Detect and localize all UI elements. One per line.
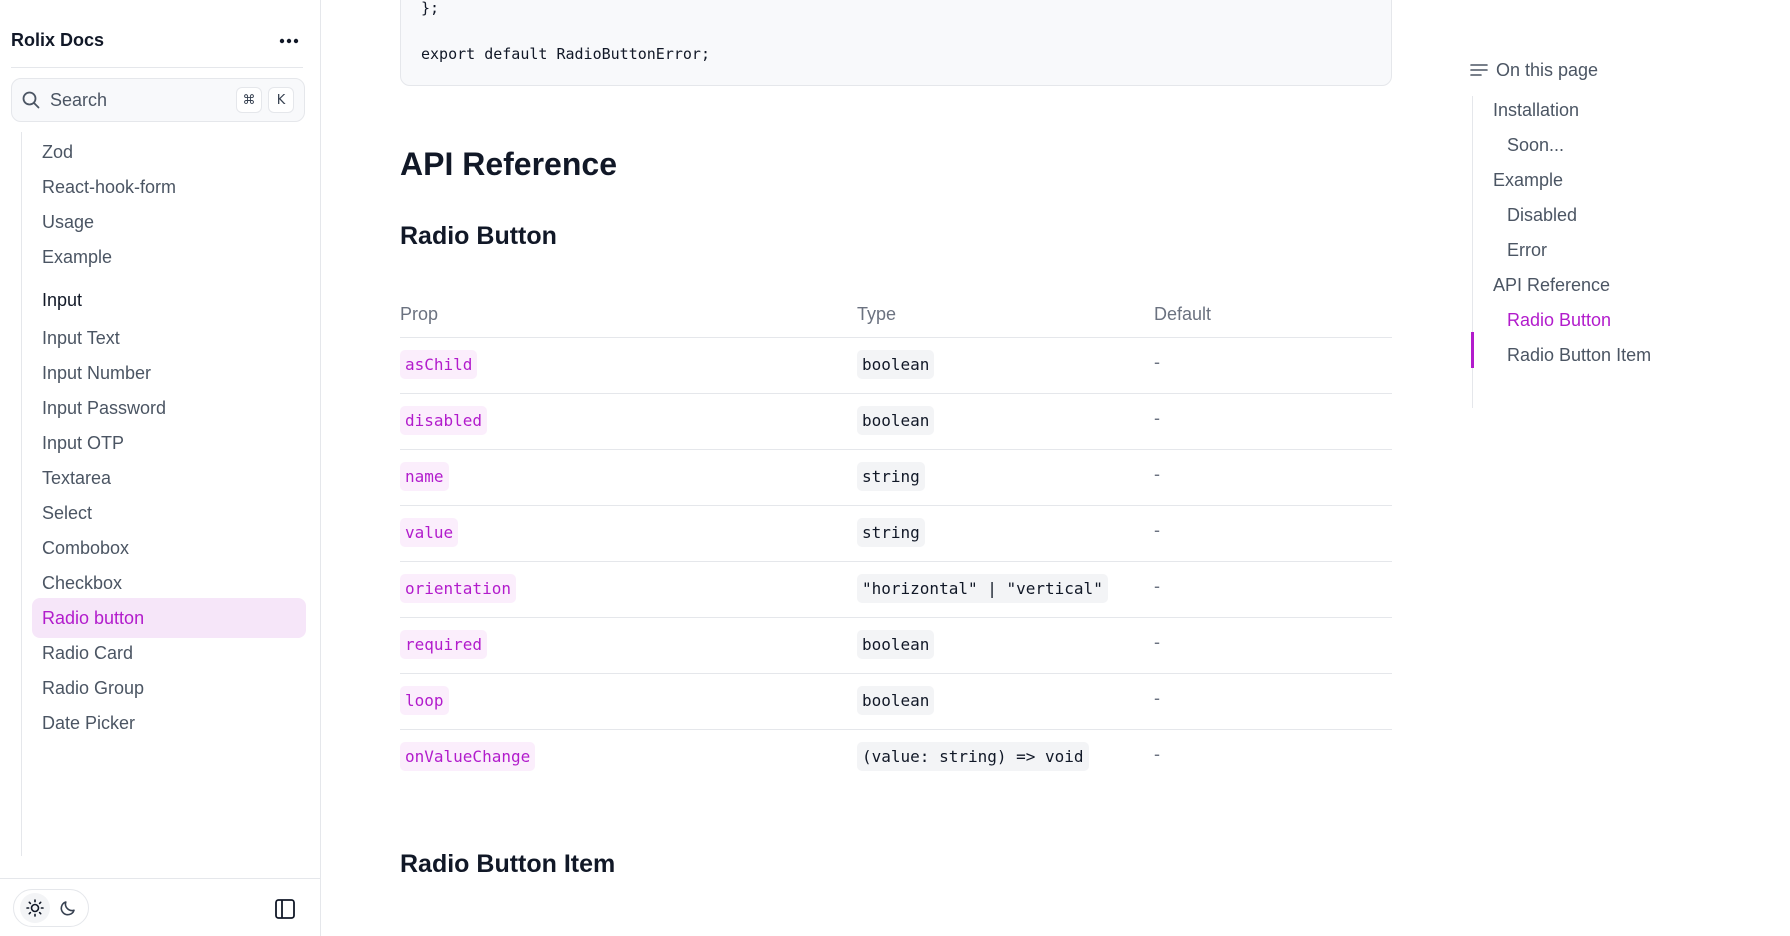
sidebar-item-input-otp[interactable]: Input OTP — [32, 423, 306, 463]
sidebar-item-radio-button[interactable]: Radio button — [32, 598, 306, 638]
light-theme-button[interactable] — [19, 893, 50, 923]
toc-item-radio-button[interactable]: Radio Button — [1507, 310, 1611, 331]
sidebar-section-input: Input — [42, 290, 83, 310]
table-row: orientation "horizontal" | "vertical" - — [400, 562, 1392, 618]
code-line: export default RadioButtonError; — [421, 45, 710, 63]
brand-title[interactable]: Rolix Docs — [11, 30, 104, 51]
sidebar-item-textarea[interactable]: Textarea — [32, 458, 306, 498]
prop-type: boolean — [857, 686, 935, 715]
prop-default: - — [1154, 408, 1160, 428]
api-reference-heading: API Reference — [400, 146, 617, 182]
toc-item-api-reference[interactable]: API Reference — [1493, 275, 1610, 296]
sun-icon — [25, 899, 44, 917]
prop-type: string — [857, 462, 925, 491]
prop-default: - — [1154, 520, 1160, 540]
prop-default: - — [1154, 576, 1160, 596]
prop-name: name — [400, 462, 449, 491]
table-row: asChild boolean - — [400, 338, 1392, 394]
moon-icon — [60, 901, 75, 916]
sidebar-toggle-icon — [275, 899, 295, 919]
table-row: name string - — [400, 450, 1392, 506]
sidebar-item-checkbox[interactable]: Checkbox — [32, 563, 306, 603]
prop-name: disabled — [400, 406, 488, 435]
toc-item-disabled[interactable]: Disabled — [1507, 205, 1577, 226]
sidebar-item-input-text[interactable]: Input Text — [32, 318, 306, 358]
sidebar-footer — [0, 878, 320, 936]
sidebar-item-usage[interactable]: Usage — [32, 202, 306, 242]
sidebar-nav[interactable]: Zod React-hook-form Usage Example Input … — [0, 132, 320, 856]
search-button[interactable]: Search ⌘ K — [11, 78, 305, 122]
toc-item-installation[interactable]: Installation — [1493, 100, 1579, 121]
shortcut-mod-key: ⌘ — [236, 87, 262, 113]
prop-name: required — [400, 630, 488, 659]
prop-default: - — [1154, 632, 1160, 652]
sidebar-item-input-number[interactable]: Input Number — [32, 353, 306, 393]
toc-item-soon[interactable]: Soon... — [1507, 135, 1564, 156]
prop-name: orientation — [400, 574, 516, 603]
toc-active-marker — [1471, 332, 1474, 368]
props-table: Prop Type Default asChild boolean - disa… — [400, 290, 1392, 786]
prop-type: boolean — [857, 630, 935, 659]
theme-toggle[interactable] — [13, 889, 89, 927]
prop-type: string — [857, 518, 925, 547]
prop-type: "horizontal" | "vertical" — [857, 574, 1108, 603]
prop-default: - — [1154, 464, 1160, 484]
sidebar-item-radio-group[interactable]: Radio Group — [32, 668, 306, 708]
code-block: }; export default RadioButtonError; — [400, 0, 1392, 86]
toc-list: Installation Soon... Example Disabled Er… — [1471, 96, 1762, 408]
sidebar-item-zod[interactable]: Zod — [32, 132, 306, 172]
code-line: }; — [421, 0, 440, 17]
prop-default: - — [1154, 352, 1160, 372]
table-header: Prop Type Default — [400, 290, 1392, 338]
table-row: onValueChange (value: string) => void - — [400, 730, 1392, 786]
toc-title: On this page — [1496, 59, 1599, 80]
more-horizontal-icon — [279, 38, 299, 43]
prop-name: loop — [400, 686, 449, 715]
nav-guide-line — [21, 132, 22, 856]
table-row: disabled boolean - — [400, 394, 1392, 450]
main-content: }; export default RadioButtonError; API … — [321, 0, 1392, 936]
prop-type: boolean — [857, 406, 935, 435]
search-icon — [22, 91, 40, 109]
dark-theme-button[interactable] — [53, 893, 83, 923]
prop-type: boolean — [857, 350, 935, 379]
more-options-button[interactable] — [275, 27, 303, 55]
prop-name: asChild — [400, 350, 478, 379]
column-header-type: Type — [857, 304, 897, 324]
prop-default: - — [1154, 688, 1160, 708]
toc-item-example[interactable]: Example — [1493, 170, 1563, 191]
prop-name: onValueChange — [400, 742, 536, 771]
toggle-sidebar-button[interactable] — [271, 895, 299, 923]
toc-header: On this page — [1470, 56, 1770, 84]
prop-type: (value: string) => void — [857, 742, 1089, 771]
prop-default: - — [1154, 744, 1160, 764]
table-of-contents: On this page Installation Soon... Exampl… — [1470, 56, 1770, 408]
sidebar-item-select[interactable]: Select — [32, 493, 306, 533]
prop-name: value — [400, 518, 459, 547]
radio-button-item-heading: Radio Button Item — [400, 850, 616, 878]
list-icon — [1470, 64, 1488, 76]
column-header-prop: Prop — [400, 304, 439, 324]
sidebar-item-date-picker[interactable]: Date Picker — [32, 703, 306, 743]
sidebar-header: Rolix Docs — [11, 22, 303, 68]
sidebar-item-input-password[interactable]: Input Password — [32, 388, 306, 428]
toc-item-error[interactable]: Error — [1507, 240, 1547, 261]
toc-item-radio-button-item[interactable]: Radio Button Item — [1507, 345, 1651, 366]
shortcut-k-key: K — [268, 87, 294, 113]
sidebar-item-radio-card[interactable]: Radio Card — [32, 633, 306, 673]
sidebar-item-react-hook-form[interactable]: React-hook-form — [32, 167, 306, 207]
sidebar-item-combobox[interactable]: Combobox — [32, 528, 306, 568]
sidebar-item-example[interactable]: Example — [32, 237, 306, 277]
table-row: value string - — [400, 506, 1392, 562]
column-header-default: Default — [1154, 304, 1212, 324]
table-row: loop boolean - — [400, 674, 1392, 730]
sidebar: Rolix Docs Search ⌘ K Zod React-hook-for… — [0, 0, 321, 936]
radio-button-heading: Radio Button — [400, 222, 557, 250]
table-row: required boolean - — [400, 618, 1392, 674]
search-placeholder: Search — [50, 89, 108, 110]
